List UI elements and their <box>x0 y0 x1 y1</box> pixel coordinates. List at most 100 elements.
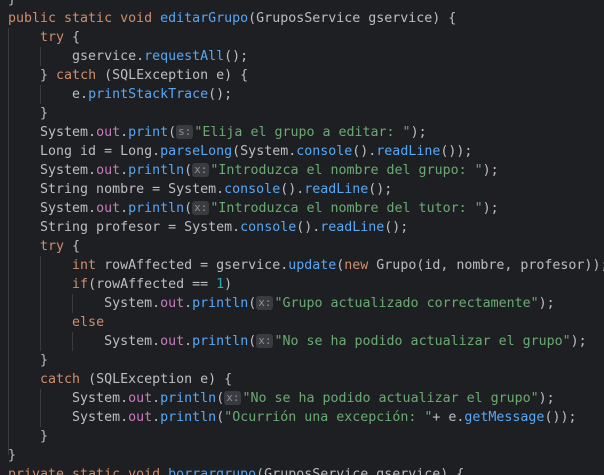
code-token: ); <box>538 391 555 406</box>
code-line[interactable]: } <box>8 351 48 370</box>
code-line[interactable]: String profesor = System.console().readL… <box>8 218 408 237</box>
code-line[interactable]: try { <box>8 237 80 256</box>
code-line[interactable]: } <box>8 427 48 446</box>
code-token: ); <box>482 201 499 216</box>
code-line[interactable]: } catch (SQLException e) { <box>8 66 248 85</box>
field-token: out <box>160 296 185 311</box>
code-token: (). <box>352 144 377 159</box>
string-token: "Elija el grupo a editar: " <box>194 125 411 140</box>
method-token: println <box>128 163 185 178</box>
code-token: + e. <box>432 410 465 425</box>
code-token: (); <box>384 220 409 235</box>
code-token: ); <box>538 296 555 311</box>
method-token: editarGrupo <box>160 11 249 26</box>
code-token: ( <box>184 201 193 216</box>
code-line[interactable]: if(rowAffected == 1) <box>8 275 232 294</box>
code-line[interactable]: String nombre = System.console().readLin… <box>8 180 392 199</box>
string-token: "Introduzca el nombre del tutor: " <box>210 201 483 216</box>
code-token: rowAffected = gservice. <box>104 258 289 273</box>
code-token: String profesor = System. <box>8 220 241 235</box>
method-token: println <box>128 201 185 216</box>
method-token: parseLong <box>160 144 233 159</box>
code-line[interactable]: try { <box>8 28 80 47</box>
code-token: . <box>184 334 193 349</box>
code-token: . <box>184 296 193 311</box>
code-token: . <box>120 163 129 178</box>
code-line[interactable]: } <box>8 0 16 9</box>
code-line[interactable]: System.out.println(x: "Grupo actualizado … <box>8 294 555 313</box>
code-line[interactable]: Long id = Long.parseLong(System.console(… <box>8 142 472 161</box>
code-token: (SQLException e) { <box>88 372 233 387</box>
code-token: ( <box>248 334 257 349</box>
method-token: print <box>128 125 169 140</box>
keyword-token: public static void <box>8 11 161 26</box>
code-line[interactable]: System.out.println(x: "No se ha podido ac… <box>8 389 555 408</box>
code-token: ); <box>570 334 587 349</box>
code-token: (rowAffected == <box>88 277 217 292</box>
code-token: . <box>120 201 129 216</box>
keyword-token: try <box>8 30 73 45</box>
code-token: } <box>8 448 17 463</box>
code-token: ( <box>184 163 193 178</box>
code-line[interactable]: System.out.println(x: "Introduzca el nomb… <box>8 161 499 180</box>
code-token: (SQLException e) { <box>104 68 249 83</box>
method-token: console <box>240 220 297 235</box>
code-token: (); <box>208 87 233 102</box>
method-token: println <box>160 391 217 406</box>
code-line[interactable]: System.out.println("Ocurrión una excepci… <box>8 408 576 427</box>
code-token: ( <box>248 296 257 311</box>
parameter-hint: x: <box>256 296 274 310</box>
code-token: ( <box>216 410 225 425</box>
code-line[interactable]: e.printStackTrace(); <box>8 85 232 104</box>
string-token: "No se ha podido actualizar el grupo" <box>274 334 571 349</box>
method-token: printStackTrace <box>88 87 209 102</box>
code-token: (System. <box>232 144 297 159</box>
code-line[interactable]: System.out.print(s: "Elija el grupo a edi… <box>8 123 427 142</box>
code-token: ()); <box>440 144 473 159</box>
code-token: System. <box>8 391 129 406</box>
code-token: Long id = Long. <box>8 144 161 159</box>
method-token: readLine <box>376 144 441 159</box>
keyword-token: else <box>72 315 105 330</box>
code-token: ( <box>216 391 225 406</box>
code-line[interactable]: gservice.requestAll(); <box>8 47 248 66</box>
code-token: System. <box>8 125 97 140</box>
code-line[interactable]: else <box>8 313 104 332</box>
code-token: gservice. <box>8 49 145 64</box>
code-token: System. <box>8 163 97 178</box>
code-token: System. <box>8 410 129 425</box>
method-token: borrargrupo <box>168 467 257 475</box>
parameter-hint: x: <box>224 391 242 405</box>
code-token: (GruposService gservice) { <box>256 467 465 475</box>
number-token: 1 <box>216 277 225 292</box>
keyword-token: try <box>8 239 73 254</box>
code-line[interactable]: catch (SQLException e) { <box>8 370 232 389</box>
method-token: console <box>224 182 281 197</box>
code-token: . <box>152 391 161 406</box>
code-token: (). <box>280 182 305 197</box>
field-token: out <box>128 410 153 425</box>
field-token: out <box>128 391 153 406</box>
code-editor[interactable]: }public static void editarGrupo(GruposSe… <box>0 0 604 475</box>
keyword-token: private static void <box>8 467 169 475</box>
code-line[interactable]: private static void borrargrupo(GruposSe… <box>8 465 464 475</box>
method-token: println <box>160 410 217 425</box>
code-token: } <box>8 429 49 444</box>
code-token: } <box>8 68 57 83</box>
method-token: readLine <box>304 182 369 197</box>
field-token: out <box>160 334 185 349</box>
code-line[interactable]: System.out.println(x: "Introduzca el nomb… <box>8 199 499 218</box>
code-line[interactable]: public static void editarGrupo(GruposSer… <box>8 9 456 28</box>
code-token: (); <box>224 49 249 64</box>
code-line[interactable]: System.out.println(x: "No se ha podido ac… <box>8 332 587 351</box>
keyword-token: new <box>344 258 377 273</box>
code-token: } <box>8 0 16 7</box>
code-line[interactable]: } <box>8 104 48 123</box>
code-token: } <box>8 353 49 368</box>
code-token: ( <box>168 125 177 140</box>
code-line[interactable]: int rowAffected = gservice.update(new Gr… <box>8 256 604 275</box>
code-line[interactable]: } <box>8 446 16 465</box>
method-token: println <box>192 334 249 349</box>
